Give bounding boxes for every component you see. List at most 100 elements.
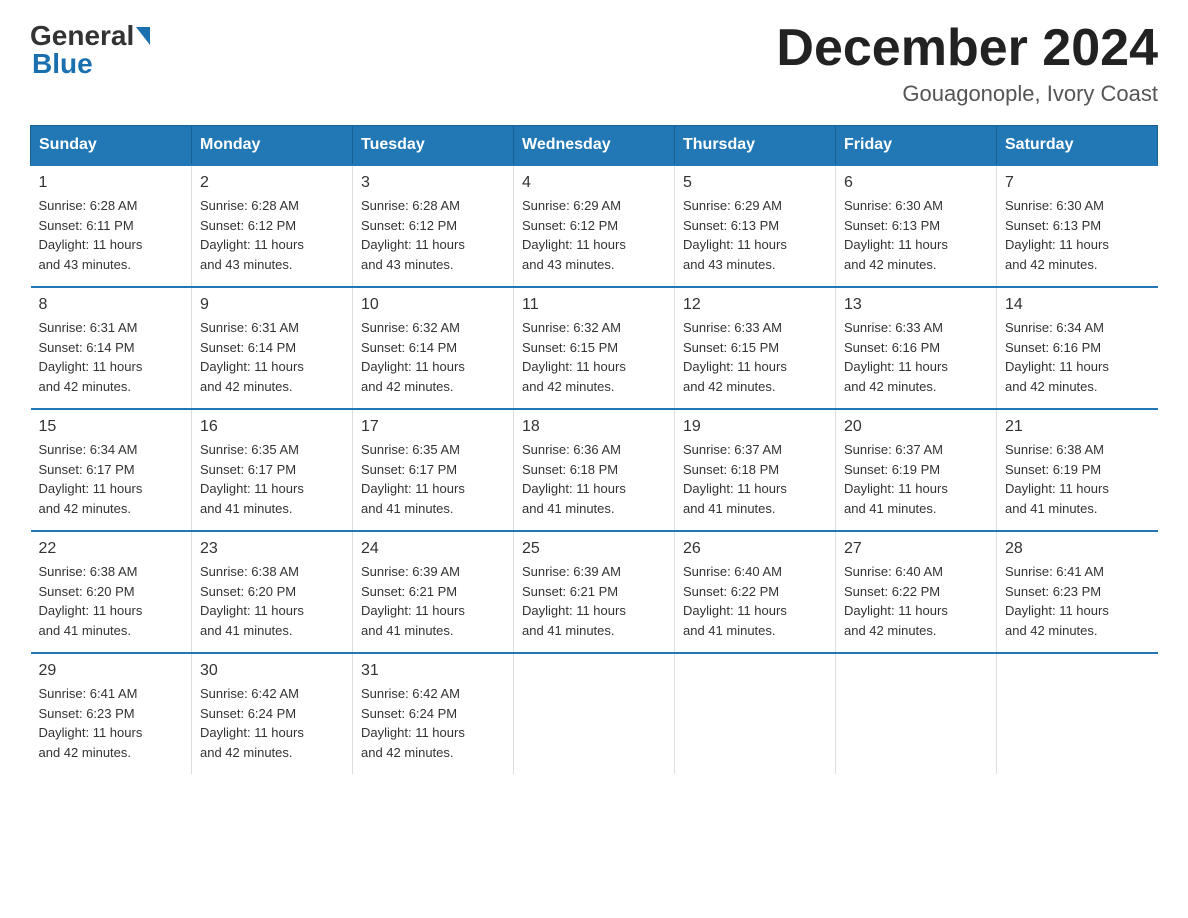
calendar-table: SundayMondayTuesdayWednesdayThursdayFrid… [30,125,1158,774]
calendar-cell: 25 Sunrise: 6:39 AM Sunset: 6:21 PM Dayli… [514,531,675,653]
day-info: Sunrise: 6:41 AM Sunset: 6:23 PM Dayligh… [39,684,184,762]
calendar-cell: 28Sunrise: 6:41 AM Sunset: 6:23 PM Dayli… [997,531,1158,653]
day-number: 4 [522,174,666,192]
day-info: Sunrise: 6:30 AM Sunset: 6:13 PM Dayligh… [844,196,988,274]
day-number: 21 [1005,418,1150,436]
day-number: 27 [844,540,988,558]
month-title: December 2024 [776,20,1158,77]
calendar-cell: 27 Sunrise: 6:40 AM Sunset: 6:22 PM Dayli… [836,531,997,653]
day-number: 7 [1005,174,1150,192]
day-info: Sunrise: 6:40 AM Sunset: 6:22 PM Dayligh… [683,562,827,640]
day-number: 19 [683,418,827,436]
day-number: 30 [200,662,344,680]
calendar-cell: 2 Sunrise: 6:28 AM Sunset: 6:12 PM Daylig… [192,165,353,287]
calendar-cell: 3 Sunrise: 6:28 AM Sunset: 6:12 PM Daylig… [353,165,514,287]
logo-blue-text: Blue [32,48,93,80]
day-info: Sunrise: 6:36 AM Sunset: 6:18 PM Dayligh… [522,440,666,518]
day-number: 15 [39,418,184,436]
calendar-cell: 13 Sunrise: 6:33 AM Sunset: 6:16 PM Dayli… [836,287,997,409]
calendar-cell: 12 Sunrise: 6:33 AM Sunset: 6:15 PM Dayli… [675,287,836,409]
day-info: Sunrise: 6:40 AM Sunset: 6:22 PM Dayligh… [844,562,988,640]
header-monday: Monday [192,126,353,166]
calendar-cell: 30 Sunrise: 6:42 AM Sunset: 6:24 PM Dayli… [192,653,353,774]
day-info: Sunrise: 6:28 AM Sunset: 6:11 PM Dayligh… [39,196,184,274]
title-area: December 2024 Gouagonople, Ivory Coast [776,20,1158,107]
day-info: Sunrise: 6:29 AM Sunset: 6:13 PM Dayligh… [683,196,827,274]
calendar-cell [836,653,997,774]
calendar-cell: 8 Sunrise: 6:31 AM Sunset: 6:14 PM Daylig… [31,287,192,409]
calendar-cell: 31 Sunrise: 6:42 AM Sunset: 6:24 PM Dayli… [353,653,514,774]
calendar-cell: 17Sunrise: 6:35 AM Sunset: 6:17 PM Dayli… [353,409,514,531]
day-info: Sunrise: 6:31 AM Sunset: 6:14 PM Dayligh… [200,318,344,396]
day-number: 3 [361,174,505,192]
day-info: Sunrise: 6:34 AM Sunset: 6:16 PM Dayligh… [1005,318,1150,396]
day-info: Sunrise: 6:33 AM Sunset: 6:15 PM Dayligh… [683,318,827,396]
day-number: 11 [522,296,666,314]
calendar-cell: 22 Sunrise: 6:38 AM Sunset: 6:20 PM Dayli… [31,531,192,653]
header-saturday: Saturday [997,126,1158,166]
calendar-cell: 15 Sunrise: 6:34 AM Sunset: 6:17 PM Dayli… [31,409,192,531]
day-info: Sunrise: 6:41 AM Sunset: 6:23 PM Dayligh… [1005,562,1150,640]
calendar-week-row: 29 Sunrise: 6:41 AM Sunset: 6:23 PM Dayli… [31,653,1158,774]
calendar-week-row: 8 Sunrise: 6:31 AM Sunset: 6:14 PM Daylig… [31,287,1158,409]
day-number: 2 [200,174,344,192]
header-friday: Friday [836,126,997,166]
calendar-cell: 19Sunrise: 6:37 AM Sunset: 6:18 PM Dayli… [675,409,836,531]
day-info: Sunrise: 6:30 AM Sunset: 6:13 PM Dayligh… [1005,196,1150,274]
calendar-cell: 10Sunrise: 6:32 AM Sunset: 6:14 PM Dayli… [353,287,514,409]
day-number: 20 [844,418,988,436]
calendar-cell: 24Sunrise: 6:39 AM Sunset: 6:21 PM Dayli… [353,531,514,653]
calendar-week-row: 22 Sunrise: 6:38 AM Sunset: 6:20 PM Dayli… [31,531,1158,653]
day-number: 1 [39,174,184,192]
calendar-cell [997,653,1158,774]
day-info: Sunrise: 6:28 AM Sunset: 6:12 PM Dayligh… [361,196,505,274]
calendar-week-row: 15 Sunrise: 6:34 AM Sunset: 6:17 PM Dayli… [31,409,1158,531]
day-number: 31 [361,662,505,680]
logo: General Blue [30,20,150,80]
calendar-cell: 7 Sunrise: 6:30 AM Sunset: 6:13 PM Daylig… [997,165,1158,287]
day-number: 22 [39,540,184,558]
calendar-cell: 29 Sunrise: 6:41 AM Sunset: 6:23 PM Dayli… [31,653,192,774]
calendar-header-row: SundayMondayTuesdayWednesdayThursdayFrid… [31,126,1158,166]
calendar-cell [514,653,675,774]
header-tuesday: Tuesday [353,126,514,166]
day-info: Sunrise: 6:34 AM Sunset: 6:17 PM Dayligh… [39,440,184,518]
day-number: 14 [1005,296,1150,314]
day-number: 18 [522,418,666,436]
day-number: 17 [361,418,505,436]
calendar-cell: 23Sunrise: 6:38 AM Sunset: 6:20 PM Dayli… [192,531,353,653]
calendar-cell [675,653,836,774]
day-number: 25 [522,540,666,558]
day-info: Sunrise: 6:42 AM Sunset: 6:24 PM Dayligh… [200,684,344,762]
day-number: 24 [361,540,505,558]
day-info: Sunrise: 6:29 AM Sunset: 6:12 PM Dayligh… [522,196,666,274]
header-wednesday: Wednesday [514,126,675,166]
calendar-cell: 6 Sunrise: 6:30 AM Sunset: 6:13 PM Daylig… [836,165,997,287]
day-info: Sunrise: 6:28 AM Sunset: 6:12 PM Dayligh… [200,196,344,274]
calendar-cell: 5 Sunrise: 6:29 AM Sunset: 6:13 PM Daylig… [675,165,836,287]
calendar-cell: 26Sunrise: 6:40 AM Sunset: 6:22 PM Dayli… [675,531,836,653]
calendar-cell: 14 Sunrise: 6:34 AM Sunset: 6:16 PM Dayli… [997,287,1158,409]
day-info: Sunrise: 6:32 AM Sunset: 6:14 PM Dayligh… [361,318,505,396]
day-info: Sunrise: 6:33 AM Sunset: 6:16 PM Dayligh… [844,318,988,396]
day-number: 16 [200,418,344,436]
calendar-cell: 1 Sunrise: 6:28 AM Sunset: 6:11 PM Daylig… [31,165,192,287]
header-thursday: Thursday [675,126,836,166]
day-number: 12 [683,296,827,314]
calendar-cell: 20 Sunrise: 6:37 AM Sunset: 6:19 PM Dayli… [836,409,997,531]
day-number: 29 [39,662,184,680]
day-info: Sunrise: 6:37 AM Sunset: 6:19 PM Dayligh… [844,440,988,518]
day-number: 8 [39,296,184,314]
day-info: Sunrise: 6:38 AM Sunset: 6:20 PM Dayligh… [200,562,344,640]
day-info: Sunrise: 6:38 AM Sunset: 6:20 PM Dayligh… [39,562,184,640]
day-info: Sunrise: 6:39 AM Sunset: 6:21 PM Dayligh… [522,562,666,640]
day-number: 9 [200,296,344,314]
day-info: Sunrise: 6:31 AM Sunset: 6:14 PM Dayligh… [39,318,184,396]
day-info: Sunrise: 6:38 AM Sunset: 6:19 PM Dayligh… [1005,440,1150,518]
day-info: Sunrise: 6:42 AM Sunset: 6:24 PM Dayligh… [361,684,505,762]
day-number: 13 [844,296,988,314]
page-header: General Blue December 2024 Gouagonople, … [30,20,1158,107]
day-number: 5 [683,174,827,192]
day-number: 6 [844,174,988,192]
calendar-cell: 21 Sunrise: 6:38 AM Sunset: 6:19 PM Dayli… [997,409,1158,531]
